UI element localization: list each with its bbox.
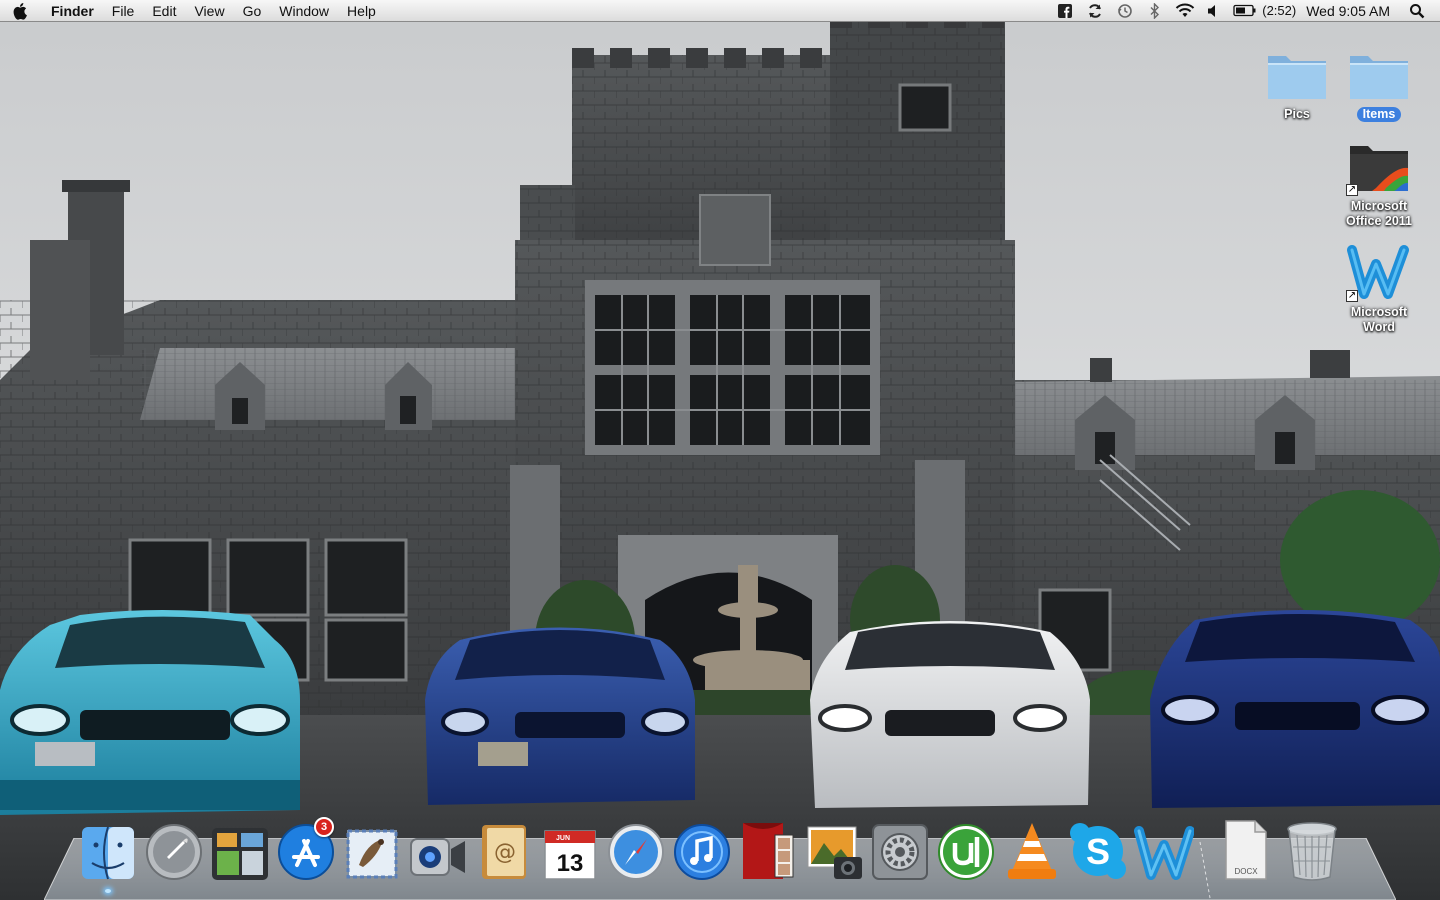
desktop-folder-pics[interactable]: Pics [1254,44,1340,122]
dock-app-safari[interactable] [606,817,666,881]
menu-help[interactable]: Help [338,0,385,22]
dock-app-skype[interactable]: S [1068,817,1128,881]
battery-icon[interactable] [1230,0,1260,22]
menu-file[interactable]: File [103,0,144,22]
menu-window[interactable]: Window [270,0,338,22]
word-icon [1134,826,1194,880]
menu-clock[interactable]: Wed 9:05 AM [1306,3,1390,19]
desktop-alias-microsoft-office-2011[interactable]: ↗ Microsoft Office 2011 [1336,136,1422,229]
dock-separator [1200,821,1216,881]
skype-icon: S [1070,823,1126,879]
dock-app-microsoft-word[interactable] [1134,817,1194,881]
dock-app-app-store[interactable]: 3 [276,817,336,881]
dock-app-finder[interactable] [78,817,138,893]
word-icon: ↗ [1346,242,1412,302]
dock-app-address-book[interactable]: @ [474,817,534,881]
safari-icon [608,824,664,880]
alias-arrow-icon: ↗ [1346,290,1358,302]
dock-app-launchpad[interactable] [144,817,204,881]
facetime-icon [410,838,465,876]
menu-app-finder[interactable]: Finder [42,0,103,22]
trash-icon [1287,822,1337,881]
facebook-icon[interactable] [1050,0,1080,22]
wifi-icon[interactable] [1170,0,1200,22]
itunes-icon [674,824,730,880]
svg-text:@: @ [494,840,516,865]
menu-bar: Finder File Edit View Go Window Help (2:… [0,0,1440,22]
mail-icon [346,829,398,879]
office-folder-icon: ↗ [1346,136,1412,196]
desktop-alias-microsoft-word[interactable]: ↗ Microsoft Word [1336,242,1422,335]
desktop-icon-label: Microsoft Word [1350,305,1408,334]
system-preferences-icon [872,824,928,880]
desktop-wallpaper [0,0,1440,900]
folder-icon [1264,44,1330,104]
document-icon: DOCX [1225,820,1267,880]
finder-icon [82,826,134,880]
launchpad-icon [146,824,202,880]
folder-icon [1346,44,1412,104]
alias-arrow-icon: ↗ [1346,184,1358,196]
battery-time-remaining: (2:52) [1262,3,1297,18]
calendar-day-label: 13 [557,850,584,877]
address-book-icon: @ [482,825,526,879]
bluetooth-icon[interactable] [1140,0,1170,22]
mission-control-icon [212,828,268,880]
dock-app-iphoto[interactable] [804,817,864,881]
docx-label: DOCX [1234,867,1258,876]
dock-app-facetime[interactable] [408,817,468,881]
calendar-month-label: JUN [556,835,570,842]
dock-app-vlc[interactable] [1002,817,1062,881]
dock-app-itunes[interactable] [672,817,732,881]
iphoto-icon [807,826,862,879]
dock-app-calendar[interactable]: JUN 13 [540,817,600,881]
notification-badge: 3 [314,817,334,837]
desktop-folder-items[interactable]: Items [1336,44,1422,122]
utorrent-icon [938,824,994,880]
desktop-icon-label: Pics [1284,107,1310,121]
menu-view[interactable]: View [185,0,233,22]
photo-booth-icon [743,823,794,879]
dock-app-utorrent[interactable] [936,817,996,881]
time-machine-icon[interactable] [1110,0,1140,22]
svg-text:S: S [1086,831,1110,872]
running-indicator [105,889,111,893]
menu-go[interactable]: Go [234,0,271,22]
sync-icon[interactable] [1080,0,1110,22]
spotlight-icon[interactable] [1402,0,1432,22]
apple-menu-icon[interactable] [0,0,42,22]
dock-app-system-preferences[interactable] [870,817,930,881]
dock-app-mail[interactable] [342,817,402,881]
dock-app-mission-control[interactable] [210,817,270,881]
dock-trash[interactable] [1282,817,1342,881]
desktop-icon-label: Items [1356,107,1402,122]
dock-app-photo-booth[interactable] [738,817,798,881]
vlc-icon [1008,823,1056,879]
dock-stack-docx[interactable]: DOCX [1216,817,1276,881]
menu-edit[interactable]: Edit [143,0,185,22]
calendar-icon: JUN 13 [544,830,596,880]
dock: 3 @ JUN 13 S DOCX [78,815,1348,893]
volume-icon[interactable] [1200,0,1230,22]
desktop-icon-label: Microsoft Office 2011 [1345,199,1412,228]
